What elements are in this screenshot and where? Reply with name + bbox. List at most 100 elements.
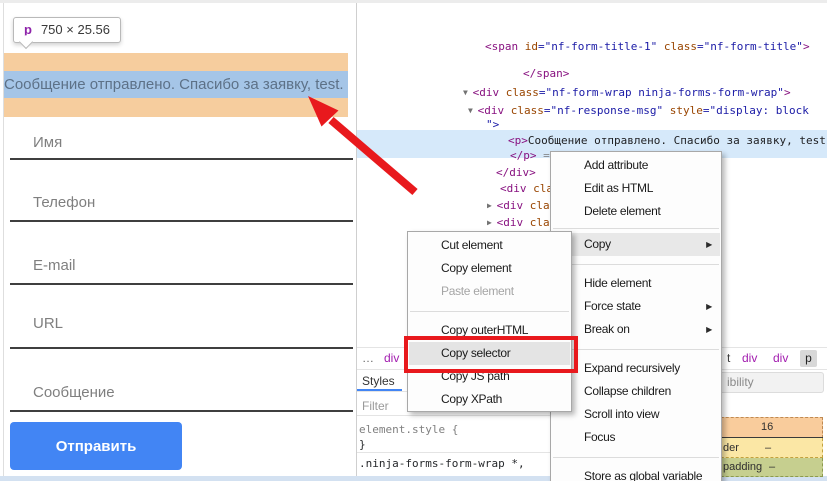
code-segment-tag: </p> [510, 149, 537, 162]
styles-filter-input[interactable]: Filter [362, 399, 389, 413]
element-context-menu: Add attributeEdit as HTMLDelete element C… [550, 151, 722, 481]
menu-item-add-attribute[interactable]: Add attribute [552, 154, 720, 177]
submenu-arrow-icon: ▶ [706, 318, 712, 341]
code-segment-tag: <div [473, 86, 506, 99]
form-field-label: Сообщение [33, 384, 115, 401]
style-rule-close-brace[interactable]: } [359, 438, 366, 451]
code-segment-tag: <span [485, 40, 525, 53]
tooltip-dimensions: 750 × 25.56 [41, 22, 110, 37]
code-segment-attr: class [506, 86, 539, 99]
code-segment-tag: > [803, 40, 810, 53]
code-segment-tag: </div> [496, 166, 536, 179]
menu-item-force-state[interactable]: Force state▶ [552, 295, 720, 318]
boxmodel-border-label: der [723, 442, 739, 454]
code-segment-tag: </span> [523, 67, 569, 80]
code-segment-tag: > [784, 86, 791, 99]
dom-tree-node[interactable]: <span id="nf-form-title-1" class="nf-for… [485, 40, 810, 53]
code-segment-arrow: ▶ [487, 201, 497, 210]
form-field-label: Имя [33, 134, 62, 151]
style-rule-element-style[interactable]: element.style { [359, 423, 458, 436]
submenu-arrow-icon: ▶ [706, 295, 712, 318]
breadcrumb-item[interactable]: div [773, 351, 788, 365]
form-field-underline [10, 283, 353, 285]
rule-separator [357, 452, 550, 453]
menu-item-copy-xpath[interactable]: Copy XPath [409, 388, 570, 411]
form-field-underline [10, 220, 353, 222]
dom-tree-node[interactable]: </div> [496, 166, 536, 179]
window-top-border [0, 0, 827, 3]
style-rule-selector[interactable]: .ninja-forms-form-wrap *, [359, 457, 525, 470]
boxmodel-padding-value: – [769, 461, 775, 473]
form-field-label: Телефон [33, 194, 95, 211]
form-field-label: E-mail [33, 257, 76, 274]
menu-item-copy[interactable]: Copy▶ [552, 233, 720, 256]
pane-divider [356, 3, 357, 476]
code-segment-val: ="nf-response-msg" [544, 104, 663, 117]
dom-tree-node[interactable]: ▼ <div class="nf-response-msg" style="di… [468, 104, 809, 117]
menu-separator [553, 228, 719, 229]
code-segment-tag: <p> [508, 134, 528, 147]
menu-item-store-as-global-variable[interactable]: Store as global variable [552, 465, 720, 481]
menu-separator [553, 264, 719, 265]
menu-separator [410, 311, 569, 312]
filterrow-border [357, 415, 550, 416]
form-field-underline [10, 347, 353, 349]
breadcrumb-item[interactable]: … [362, 351, 374, 365]
code-segment-attr: cla [530, 216, 550, 229]
submit-button[interactable]: Отправить [10, 422, 182, 470]
dom-tree-node[interactable]: <div cla [500, 182, 553, 195]
code-segment-text: Сообщение отправлено. Спасибо за заявку,… [528, 134, 827, 147]
code-segment-attr: cla [530, 199, 550, 212]
breadcrumb-item[interactable]: t [727, 351, 730, 365]
dom-tree-node[interactable]: ▼ <div class="nf-form-wrap ninja-forms-f… [463, 86, 791, 99]
menu-item-hide-element[interactable]: Hide element [552, 272, 720, 295]
menu-item-paste-element[interactable]: Paste element [409, 280, 570, 303]
code-segment-val: ="nf-form-title-1" [538, 40, 657, 53]
inspect-margin-band-bottom [4, 98, 348, 117]
dom-tree-node[interactable]: </span> [523, 67, 569, 80]
boxmodel-border-value: – [765, 442, 771, 454]
menu-item-cut-element[interactable]: Cut element [409, 234, 570, 257]
styles-tab-underline [357, 389, 402, 391]
computed-filter-text: ibility [727, 375, 754, 389]
breadcrumb-item[interactable]: div [384, 351, 399, 365]
menu-separator [553, 457, 719, 458]
copy-selector-annotation-box [404, 336, 578, 373]
code-segment-attr: class [657, 40, 697, 53]
menu-item-collapse-children[interactable]: Collapse children [552, 380, 720, 403]
copy-submenu: Cut elementCopy elementPaste element Copy… [407, 231, 572, 412]
code-segment-arrow: ▼ [468, 106, 478, 115]
form-field-underline [10, 158, 353, 160]
code-segment-tag: <div [497, 216, 530, 229]
menu-item-edit-as-html[interactable]: Edit as HTML [552, 177, 720, 200]
code-segment-attr: style [663, 104, 703, 117]
dom-tree-node[interactable]: <p>Сообщение отправлено. Спасибо за заяв… [508, 134, 827, 147]
dom-tree-node[interactable]: ▶ <div cla [487, 199, 550, 212]
response-message: Сообщение отправлено. Спасибо за заявку,… [4, 71, 354, 98]
code-segment-tag: <div [478, 104, 511, 117]
dom-tree-node[interactable]: "> [486, 118, 499, 131]
boxmodel-padding-label: padding [723, 461, 762, 473]
menu-item-delete-element[interactable]: Delete element [552, 200, 720, 223]
code-segment-tag: <div [500, 182, 533, 195]
menu-item-copy-element[interactable]: Copy element [409, 257, 570, 280]
menu-item-focus[interactable]: Focus [552, 426, 720, 449]
breadcrumb-item-selected[interactable]: p [800, 350, 817, 367]
code-segment-attr: id [525, 40, 538, 53]
code-segment-attr: class [511, 104, 544, 117]
code-segment-val: ="nf-form-wrap ninja-forms-form-wrap" [539, 86, 784, 99]
code-segment-tag: <div [497, 199, 530, 212]
breadcrumb-item[interactable]: div [742, 351, 757, 365]
boxmodel-margin-value: 16 [761, 421, 773, 433]
code-segment-val: "> [486, 118, 499, 131]
code-segment-arrow: ▼ [463, 88, 473, 97]
form-field-label: URL [33, 315, 63, 332]
form-field-underline [10, 410, 353, 412]
code-segment-arrow: ▶ [487, 218, 497, 227]
tab-styles[interactable]: Styles [362, 374, 395, 388]
submenu-arrow-icon: ▶ [706, 233, 712, 256]
dom-tree-node[interactable]: ▶ <div cla [487, 216, 550, 229]
browser-window: Сообщение отправлено. Спасибо за заявку,… [0, 0, 827, 481]
menu-item-scroll-into-view[interactable]: Scroll into view [552, 403, 720, 426]
code-segment-val: ="display: block [703, 104, 809, 117]
